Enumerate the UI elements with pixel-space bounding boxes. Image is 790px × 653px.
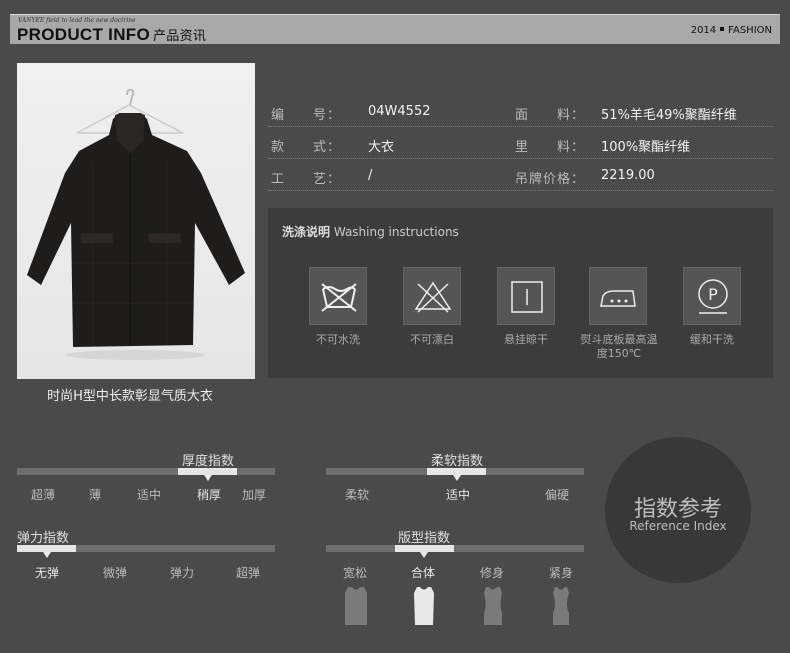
softness-index-marker-icon bbox=[453, 475, 461, 481]
spec-value: 04W4552 bbox=[368, 104, 431, 119]
washing-instructions: 洗涤说明 Washing instructions P 不可水洗 不可漂白 悬挂… bbox=[268, 208, 773, 378]
softness-index-highlight bbox=[427, 468, 486, 475]
spec-label: 编 号： bbox=[271, 108, 342, 123]
header-year: 2014 bbox=[690, 25, 717, 36]
elasticity-index-bar bbox=[17, 545, 275, 552]
thickness-level: 超薄 bbox=[30, 488, 55, 502]
wash-label: 悬挂晾干 bbox=[504, 333, 548, 346]
fit-index-highlight bbox=[395, 545, 454, 552]
elasticity-index-title: 弹力指数 bbox=[17, 531, 70, 546]
fit-index-bar bbox=[326, 545, 584, 552]
fit-index-marker-icon bbox=[420, 552, 428, 558]
elasticity-level: 弹力 bbox=[169, 566, 194, 580]
header-fashion: FASHION bbox=[728, 25, 772, 36]
wash-label: 缓和干洗 bbox=[690, 333, 734, 346]
spec-value: 大衣 bbox=[368, 140, 395, 155]
header-season: 2014 FASHION bbox=[691, 25, 772, 36]
elasticity-index-marker-icon bbox=[43, 552, 51, 558]
thickness-level: 薄 bbox=[88, 488, 101, 502]
spec-row: 工 艺： / 吊牌价格： 2219.00 bbox=[268, 159, 772, 191]
softness-level: 偏硬 bbox=[544, 488, 569, 502]
elasticity-index-highlight bbox=[17, 545, 76, 552]
softness-index-title: 柔软指数 bbox=[430, 454, 483, 469]
spec-value: 51%羊毛49%聚酯纤维 bbox=[601, 108, 737, 123]
wash-label: 不可水洗 bbox=[316, 333, 360, 346]
loose-fit-shirt-icon bbox=[345, 587, 367, 625]
tight-fit-shirt-icon bbox=[553, 587, 569, 625]
page-title-cn: 产品资讯 bbox=[152, 28, 207, 43]
spec-row: 款 式： 大衣 里 料： 100%聚酯纤维 bbox=[268, 127, 772, 159]
thickness-index-highlight bbox=[178, 468, 237, 475]
brand-tagline: VANYEE field to lead the new doctrine bbox=[18, 17, 136, 24]
thickness-level-selected: 稍厚 bbox=[196, 488, 221, 502]
fit-level-selected: 合体 bbox=[410, 566, 435, 580]
softness-level-selected: 适中 bbox=[445, 488, 470, 502]
spec-label: 里 料： bbox=[515, 140, 586, 155]
softness-level: 柔软 bbox=[344, 488, 369, 502]
spec-value: / bbox=[368, 168, 373, 183]
spec-value: 2219.00 bbox=[601, 168, 655, 183]
square-bullet-icon bbox=[720, 27, 725, 31]
fit-index-title: 版型指数 bbox=[397, 531, 450, 546]
regular-fit-shirt-icon bbox=[414, 587, 434, 625]
no-bleach-icon bbox=[403, 267, 461, 325]
product-specs: 编 号： 04W4552 面 料： 51%羊毛49%聚酯纤维 款 式： 大衣 里… bbox=[268, 95, 772, 191]
slim-fit-shirt-icon bbox=[484, 587, 502, 625]
gentle-dry-clean-icon: P bbox=[683, 267, 741, 325]
spec-label: 面 料： bbox=[515, 108, 586, 123]
spec-label: 吊牌价格： bbox=[515, 172, 586, 187]
washing-title: 洗涤说明 Washing instructions bbox=[282, 223, 459, 240]
spec-label: 工 艺： bbox=[271, 172, 342, 187]
wash-label: 不可漂白 bbox=[410, 333, 454, 346]
thickness-level: 适中 bbox=[136, 488, 161, 502]
page-title: PRODUCT INFO 产品资讯 bbox=[17, 25, 206, 45]
reference-index-en: Reference Index bbox=[629, 519, 727, 533]
spec-label: 款 式： bbox=[271, 140, 342, 155]
page-title-en: PRODUCT INFO bbox=[17, 25, 150, 44]
coat-image bbox=[27, 88, 245, 360]
washing-title-en: Washing instructions bbox=[333, 225, 459, 239]
washing-title-cn: 洗涤说明 bbox=[282, 225, 331, 239]
elasticity-level-selected: 无弹 bbox=[34, 566, 59, 580]
thickness-index-marker-icon bbox=[204, 475, 212, 481]
fit-level: 紧身 bbox=[548, 566, 573, 580]
spec-value: 100%聚酯纤维 bbox=[601, 140, 691, 155]
hang-dry-icon bbox=[497, 267, 555, 325]
svg-text:P: P bbox=[708, 285, 718, 304]
fit-level: 宽松 bbox=[342, 566, 367, 580]
thickness-level: 加厚 bbox=[241, 488, 266, 502]
thickness-index-bar bbox=[17, 468, 275, 475]
thickness-index-title: 厚度指数 bbox=[181, 454, 234, 469]
spec-row: 编 号： 04W4552 面 料： 51%羊毛49%聚酯纤维 bbox=[268, 95, 772, 127]
reference-index-badge: 指数参考 Reference Index bbox=[605, 437, 751, 583]
elasticity-level: 微弹 bbox=[102, 566, 127, 580]
product-caption: 时尚H型中长款彰显气质大衣 bbox=[47, 389, 213, 404]
iron-icon bbox=[589, 267, 647, 325]
elasticity-level: 超弹 bbox=[235, 566, 260, 580]
softness-index-bar bbox=[326, 468, 584, 475]
wash-label: 熨斗底板最高温度150℃ bbox=[580, 333, 658, 360]
product-photo bbox=[17, 63, 255, 379]
no-wash-icon bbox=[309, 267, 367, 325]
fit-level: 修身 bbox=[479, 566, 504, 580]
page-header: VANYEE field to lead the new doctrine PR… bbox=[10, 14, 780, 44]
